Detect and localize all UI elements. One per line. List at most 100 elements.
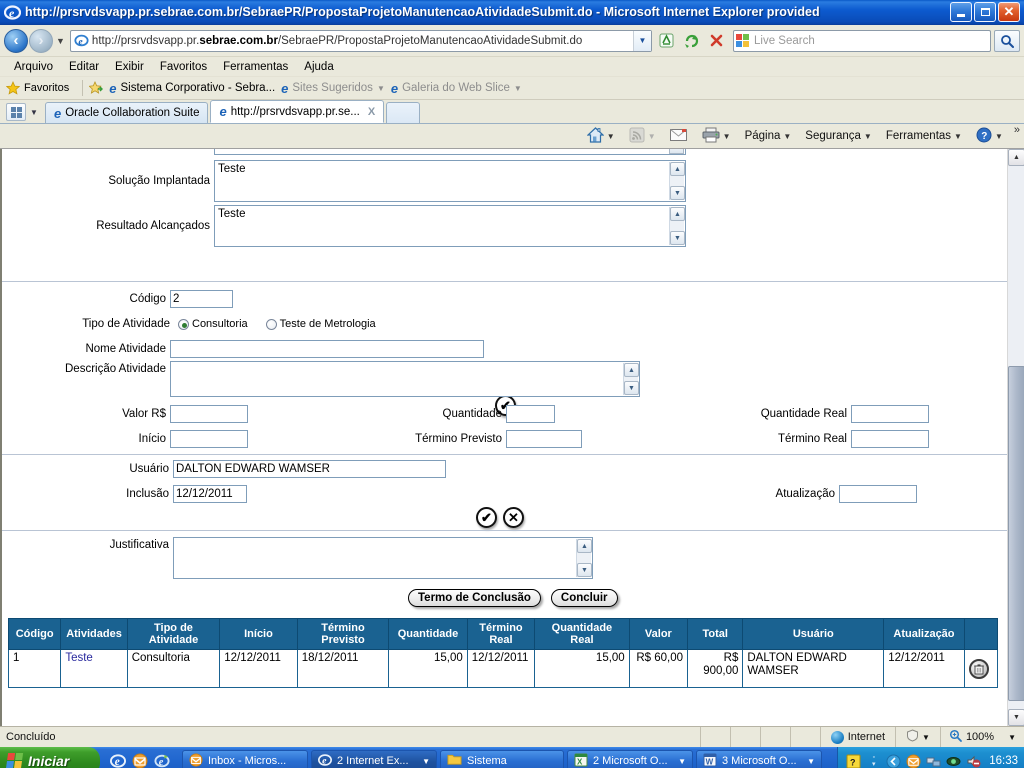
back-button[interactable]: ‹ (4, 28, 28, 53)
menu-item-ferramentas[interactable]: Ferramentas (215, 60, 296, 74)
scrollbar-track[interactable] (1008, 166, 1024, 709)
tray-display-icon[interactable] (946, 754, 961, 768)
zoom-control[interactable]: 100% ▼ (939, 726, 1024, 748)
chevron-down-icon[interactable]: ▼ (995, 132, 1003, 141)
tray-network-icon[interactable] (926, 754, 941, 768)
cell-atividades[interactable]: Teste (60, 649, 128, 688)
chevron-down-icon[interactable]: ▼ (803, 757, 815, 766)
chevron-down-icon[interactable]: ▼ (514, 84, 522, 93)
scroll-down-icon[interactable]: ▼ (577, 563, 592, 577)
tab-prsrvdsvapp[interactable]: e http://prsrvdsvapp.pr.se... X (210, 100, 385, 123)
menu-item-favoritos[interactable]: Favoritos (152, 60, 215, 74)
scroll-up-icon[interactable]: ▲ (670, 207, 685, 221)
stop-icon[interactable] (705, 30, 727, 52)
quick-tabs-icon[interactable] (6, 103, 26, 121)
chevron-down-icon[interactable]: ▼ (607, 132, 615, 141)
home-button[interactable]: ▼ (580, 126, 622, 146)
page-menu-button[interactable]: Página ▼ (738, 130, 799, 142)
chevron-down-icon[interactable]: ▼ (998, 733, 1016, 742)
chevron-down-icon[interactable]: ▼ (723, 132, 731, 141)
quantidade-real-input[interactable] (851, 405, 929, 423)
tab-oracle-collaboration-suite[interactable]: e Oracle Collaboration Suite (45, 102, 209, 123)
print-button[interactable]: ▼ (695, 127, 738, 146)
atividade-link[interactable]: Teste (65, 652, 93, 664)
inclusao-input[interactable] (173, 485, 247, 503)
codigo-input[interactable] (170, 290, 233, 308)
refresh-icon[interactable] (680, 30, 702, 52)
confirm-button[interactable]: ✔ (476, 507, 497, 528)
radio-icon-unselected[interactable] (265, 318, 277, 330)
close-button[interactable]: ✕ (998, 2, 1020, 22)
taskbar-clock[interactable]: 16:33 (986, 755, 1018, 767)
textarea-partial-above[interactable] (214, 149, 686, 155)
close-icon[interactable]: X (368, 106, 375, 118)
menu-item-ajuda[interactable]: Ajuda (296, 60, 341, 74)
taskbar-item-word[interactable]: W 3 Microsoft O... ▼ (696, 750, 822, 768)
trash-icon[interactable] (968, 658, 989, 679)
taskbar-item-internet-explorer[interactable]: e 2 Internet Ex... ▼ (311, 750, 437, 768)
compatibility-view-icon[interactable] (655, 30, 677, 52)
chevron-down-icon[interactable]: ▼ (418, 757, 430, 766)
menu-item-arquivo[interactable]: Arquivo (6, 60, 61, 74)
textarea-scrollbar[interactable]: ▲ ▼ (623, 363, 639, 395)
tray-outlook-icon[interactable] (906, 753, 921, 768)
taskbar-item-excel[interactable]: X 2 Microsoft O... ▼ (567, 750, 693, 768)
resultado-alcancados-textarea[interactable]: Teste ▲ ▼ (214, 205, 686, 247)
help-menu-button[interactable]: ? ▼ (969, 127, 1010, 146)
security-menu-button[interactable]: Segurança ▼ (798, 130, 879, 142)
protected-mode-indicator[interactable]: ▼ (895, 726, 940, 748)
textarea-scrollbar[interactable]: ▲ ▼ (669, 207, 685, 245)
atualizacao-input[interactable] (839, 485, 917, 503)
valor-input[interactable] (170, 405, 248, 423)
quantidade-input[interactable] (506, 405, 555, 423)
radio-teste-metrologia[interactable]: Teste de Metrologia (265, 318, 376, 330)
feeds-button[interactable]: ▼ (622, 127, 663, 146)
favorite-item-galeria-web-slice[interactable]: e Galeria do Web Slice ▼ (391, 82, 528, 95)
recent-pages-dropdown-icon[interactable]: ▼ (56, 36, 65, 46)
taskbar-item-sistema[interactable]: Sistema (440, 750, 564, 768)
menu-item-editar[interactable]: Editar (61, 60, 107, 74)
chevron-down-icon[interactable]: ▼ (954, 132, 962, 141)
tools-menu-button[interactable]: Ferramentas ▼ (879, 130, 969, 142)
url-dropdown-icon[interactable]: ▼ (633, 30, 651, 51)
start-button[interactable]: Iniciar (0, 747, 100, 768)
nome-atividade-input[interactable] (170, 340, 484, 358)
search-go-icon[interactable] (994, 29, 1020, 52)
descricao-atividade-textarea[interactable]: ▲ ▼ (170, 361, 640, 397)
command-bar-overflow-icon[interactable]: » (1010, 124, 1020, 136)
chevron-down-icon[interactable]: ▼ (783, 132, 791, 141)
page-vertical-scrollbar[interactable]: ▲ ▼ (1007, 149, 1024, 726)
quick-launch-outlook-icon[interactable] (132, 753, 148, 768)
textarea-scrollbar[interactable]: ▲ ▼ (669, 162, 685, 200)
scroll-up-icon[interactable]: ▲ (624, 363, 639, 377)
new-tab-button[interactable] (386, 102, 421, 123)
scroll-up-icon[interactable]: ▲ (577, 539, 592, 553)
scroll-down-icon[interactable]: ▼ (624, 381, 639, 395)
quick-launch-ie-icon[interactable]: e (110, 753, 126, 768)
scroll-up-icon[interactable]: ▲ (670, 162, 685, 176)
cancel-button[interactable]: ✕ (503, 507, 524, 528)
usuario-input[interactable] (173, 460, 446, 478)
tray-mute-icon[interactable] (966, 754, 981, 768)
forward-button[interactable]: › (29, 28, 53, 53)
chevron-down-icon[interactable]: ▼ (377, 84, 385, 93)
quick-launch-refresh-icon[interactable]: e (154, 753, 170, 768)
scroll-down-button[interactable]: ▼ (1008, 709, 1024, 726)
url-input[interactable]: e http://prsrvdsvapp.pr.sebrae.com.br/Se… (69, 29, 652, 52)
tray-expand-icon[interactable]: ▫ ▾ (866, 754, 881, 768)
restore-button[interactable] (974, 2, 996, 22)
cell-actions[interactable] (963, 649, 999, 688)
tray-hide-icon[interactable] (886, 754, 901, 768)
favorites-button[interactable]: Favoritos (5, 81, 76, 95)
chevron-down-icon[interactable]: ▼ (864, 132, 872, 141)
chevron-down-icon[interactable]: ▼ (922, 733, 930, 742)
scroll-down-icon[interactable]: ▼ (670, 231, 685, 245)
scroll-up-button[interactable]: ▲ (1008, 149, 1024, 166)
scrollbar-thumb[interactable] (1008, 366, 1024, 701)
termino-real-input[interactable] (851, 430, 929, 448)
menu-item-exibir[interactable]: Exibir (107, 60, 152, 74)
concluir-button[interactable]: Concluir (550, 589, 618, 607)
read-mail-button[interactable] (663, 128, 695, 145)
radio-consultoria[interactable]: Consultoria (178, 318, 248, 330)
favorite-item-sites-sugeridos[interactable]: e Sites Sugeridos ▼ (281, 82, 391, 95)
